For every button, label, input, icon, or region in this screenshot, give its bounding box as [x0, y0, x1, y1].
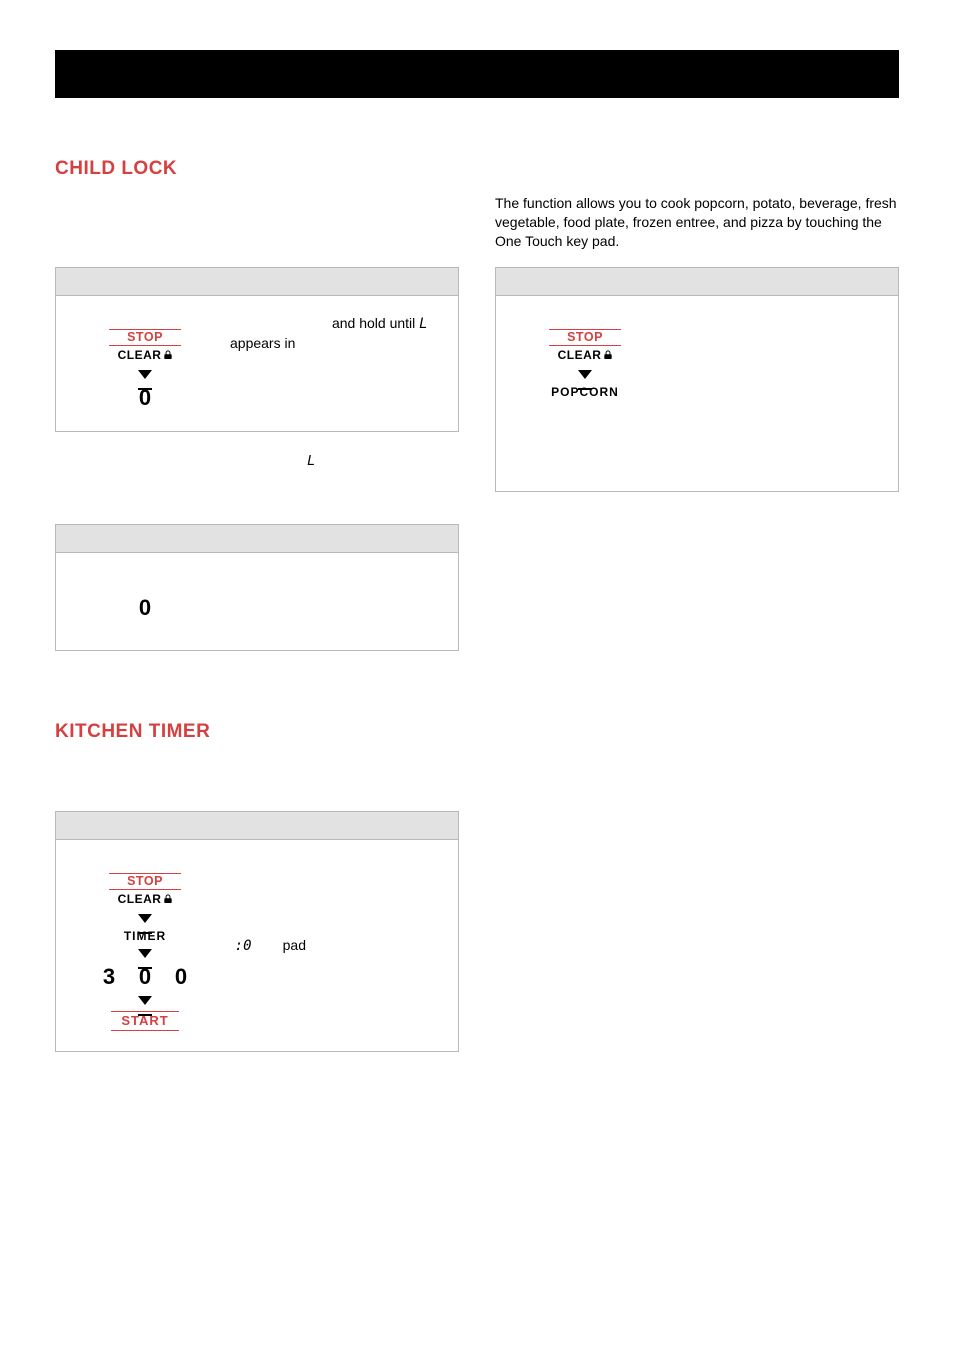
down-arrow-icon	[138, 996, 152, 1005]
press-label: Press	[72, 856, 220, 871]
clear-label: CLEAR	[558, 348, 613, 362]
digit-3-key: 3	[100, 964, 118, 990]
stop-clear-key: STOP CLEAR	[549, 329, 621, 364]
press-label: Press	[72, 569, 220, 584]
clear-label: CLEAR	[118, 348, 173, 362]
child-lock-desc: CHILD LOCK prevents unwanted oven operat…	[55, 194, 459, 251]
child-lock-set-box: Example: To set Child Lock Press STOP CL…	[55, 267, 459, 432]
kitchen-timer-expl: (:0 pad appears in display)	[230, 854, 444, 957]
child-lock-set-head: Example: To set Child Lock	[56, 268, 458, 296]
child-lock-cancel-head: Example: To cancel Child Lock	[56, 525, 458, 553]
stop-label: STOP	[109, 329, 181, 346]
kitchen-timer-head: Example: To set 3 minutes kitchen timer	[56, 812, 458, 840]
lock-icon	[164, 348, 172, 362]
kitchen-timer-title: KITCHEN TIMER	[55, 721, 459, 743]
child-lock-set-keys: Press STOP CLEAR 0	[70, 310, 220, 411]
lock-icon	[604, 348, 612, 362]
child-lock-cancel-keys: Press STOPCLEAR 0	[70, 567, 220, 621]
down-arrow-icon	[138, 914, 152, 923]
page-banner	[55, 50, 899, 98]
one-touch-title: ONE TOUCH COOKING	[495, 158, 899, 180]
child-lock-title: CHILD LOCK	[55, 158, 459, 180]
one-touch-box: Example: To cook popcorn Press STOP CLEA…	[495, 267, 899, 492]
kitchen-timer-desc: Kitchen Timer allows you to set the time…	[55, 757, 459, 795]
digit-0-key: 0	[70, 595, 220, 621]
digit-0-key: 0	[172, 964, 190, 990]
one-touch-expl: When you press the POPCORN key pad, C-1 …	[670, 310, 884, 353]
down-arrow-icon	[138, 370, 152, 379]
child-lock-set-expl: (Number 0 pad) and hold until L appears …	[230, 310, 444, 374]
stop-clear-key: STOP CLEAR	[109, 329, 181, 364]
lock-icon	[164, 892, 172, 906]
child-lock-note: If you touch a pad after setting Child L…	[55, 452, 459, 507]
right-column: ONE TOUCH COOKING The function allows yo…	[495, 158, 899, 1072]
child-lock-cancel-box: Example: To cancel Child Lock Press STOP…	[55, 524, 459, 651]
press-label: Press	[512, 312, 660, 327]
down-arrow-icon	[578, 370, 592, 379]
stop-label: STOP	[549, 329, 621, 346]
one-touch-head: Example: To cook popcorn	[496, 268, 898, 296]
kitchen-timer-box: Example: To set 3 minutes kitchen timer …	[55, 811, 459, 1052]
press-label: Press	[72, 312, 220, 327]
one-touch-note: When cooking is finished, 4 beep sound a…	[510, 417, 884, 453]
one-touch-desc: The function allows you to cook popcorn,…	[495, 194, 899, 251]
stop-clear-key: STOP CLEAR	[109, 873, 181, 908]
clear-label: CLEAR	[118, 892, 173, 906]
one-touch-keys: Press STOP CLEAR POPCORN	[510, 310, 660, 399]
stop-label: STOP	[109, 873, 181, 890]
kitchen-timer-keys: Press STOP CLEAR TIMER 3 0 0	[70, 854, 220, 1031]
down-arrow-icon	[138, 949, 152, 958]
left-column: CHILD LOCK CHILD LOCK prevents unwanted …	[55, 158, 459, 1072]
child-lock-cancel-expl: (Number pad) and hold until L disappears…	[230, 567, 444, 630]
